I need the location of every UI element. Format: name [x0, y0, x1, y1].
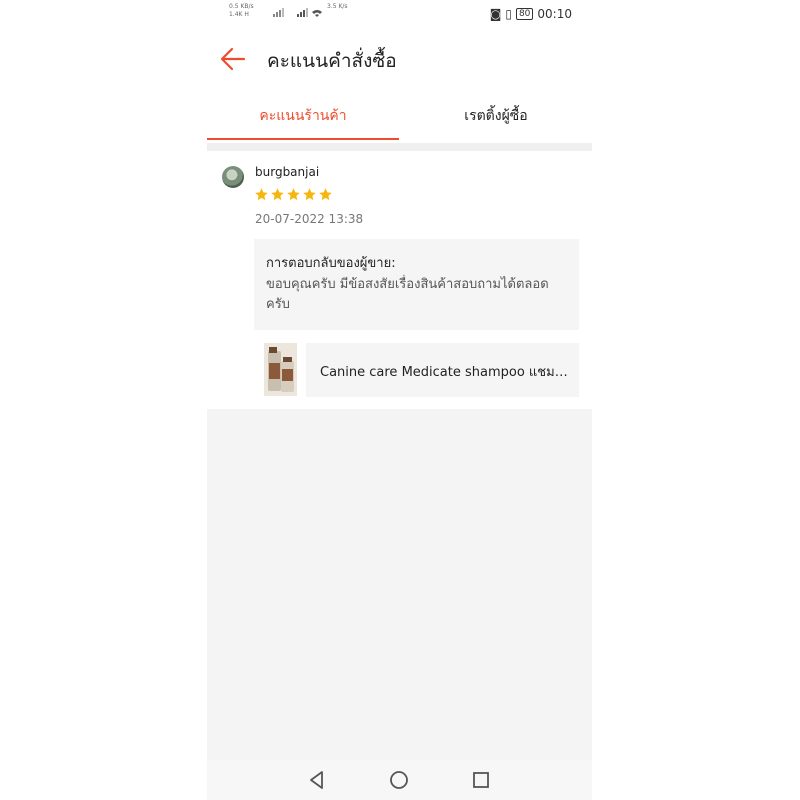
tab-shop-rating[interactable]: คะแนนร้านค้า — [207, 96, 399, 140]
status-bar: 0.5 KB/s 1.4K H 3.5 K/s ◙ ▯ 80 00:10 — [207, 0, 592, 30]
product-link[interactable]: Canine care Medicate shampoo แชมพูสุนัข — [264, 343, 579, 397]
star-icon — [255, 188, 268, 201]
nfc-icon: ◙ — [489, 7, 502, 21]
nav-recents-icon[interactable] — [470, 769, 492, 791]
product-name-box: Canine care Medicate shampoo แชมพูสุนัข — [306, 343, 579, 397]
tab-buyer-rating[interactable]: เรตติ้งผู้ซื้อ — [400, 96, 592, 140]
battery-icon: 80 — [515, 8, 534, 20]
seller-reply-text: ขอบคุณครับ มีข้อสงสัยเรื่องสินค้าสอบถามไ… — [266, 277, 549, 312]
nav-home-icon[interactable] — [388, 769, 410, 791]
network-speed-indicator: 0.5 KB/s 1.4K H — [229, 3, 254, 19]
star-icon — [271, 188, 284, 201]
nav-back-icon[interactable] — [307, 769, 329, 791]
data-speed: 3.5 K/s — [327, 3, 348, 10]
signal-icon — [273, 8, 323, 21]
seller-reply-title: การตอบกลับของผู้ขาย: — [266, 256, 396, 271]
empty-content-area — [207, 409, 592, 760]
back-arrow-icon[interactable] — [219, 46, 247, 72]
rating-tabs: คะแนนร้านค้า เรตติ้งผู้ซื้อ — [207, 96, 592, 143]
star-icon — [287, 188, 300, 201]
product-name: Canine care Medicate shampoo แชมพูสุนัข — [320, 365, 570, 380]
app-header: คะแนนคำสั่งซื้อ — [207, 36, 592, 82]
star-rating — [254, 187, 333, 202]
divider — [207, 143, 592, 151]
review-card: burgbanjai 20-07-2022 13:38 การตอบกลับขอ… — [207, 151, 592, 409]
page-title: คะแนนคำสั่งซื้อ — [267, 50, 397, 72]
status-right: ◙ ▯ 80 00:10 — [490, 7, 572, 21]
product-thumbnail — [264, 343, 297, 396]
star-icon — [303, 188, 316, 201]
seller-reply: การตอบกลับของผู้ขาย: ขอบคุณครับ มีข้อสงส… — [254, 239, 579, 330]
phone-screen: 0.5 KB/s 1.4K H 3.5 K/s ◙ ▯ 80 00:10 คะแ… — [207, 0, 592, 800]
net-line-2: 1.4K H — [229, 11, 249, 18]
review-date: 20-07-2022 13:38 — [255, 212, 364, 226]
clock: 00:10 — [537, 7, 572, 21]
reviewer-username: burgbanjai — [255, 165, 320, 179]
vibrate-icon: ▯ — [505, 7, 512, 21]
avatar — [222, 166, 244, 188]
net-line-1: 0.5 KB/s — [229, 3, 254, 10]
system-nav-bar — [207, 760, 592, 800]
star-icon — [319, 188, 332, 201]
